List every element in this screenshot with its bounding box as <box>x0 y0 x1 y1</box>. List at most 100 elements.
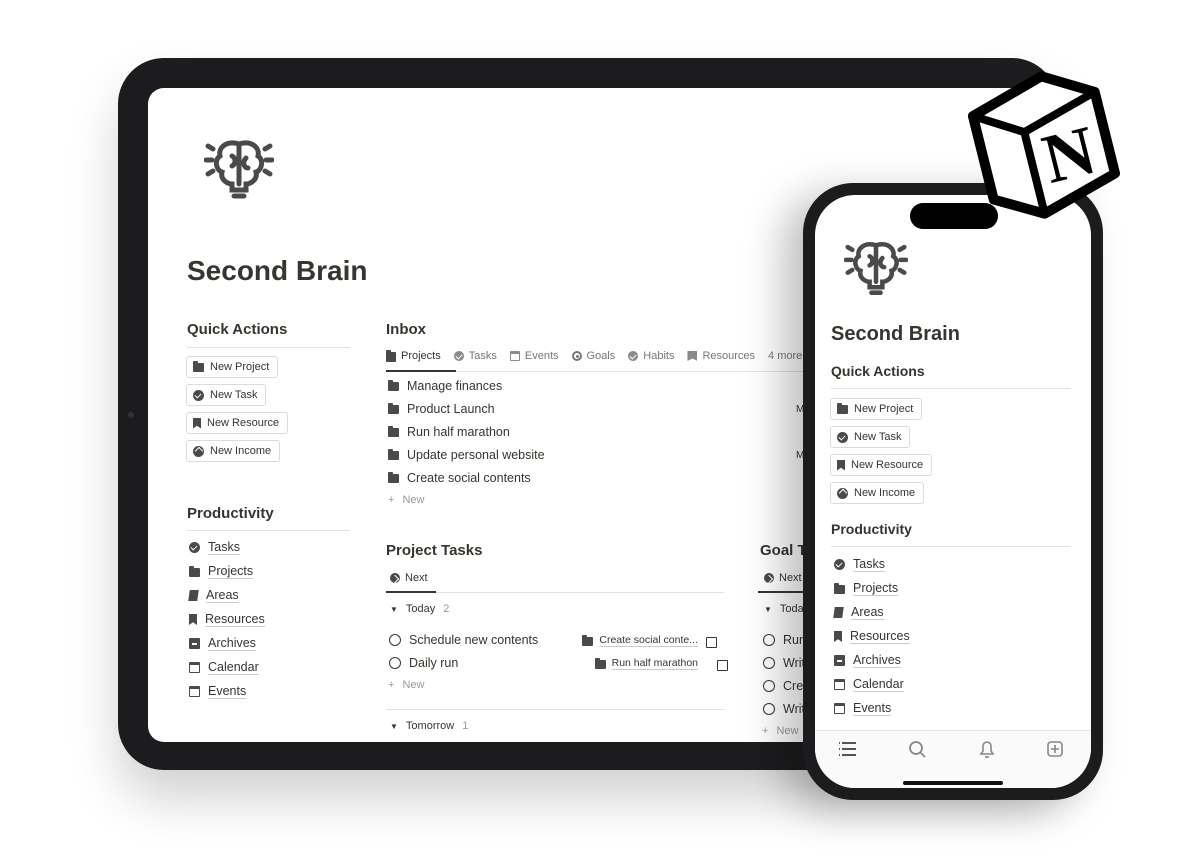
target-icon <box>571 351 582 361</box>
group-tomorrow-toggle[interactable]: ▼ Tomorrow 1 <box>390 720 468 732</box>
list-icon[interactable] <box>839 742 856 756</box>
tasks-new-button[interactable]: + New <box>388 679 424 691</box>
inbox-row[interactable]: Manage finances <box>388 379 502 393</box>
view-next-tab[interactable]: Next <box>390 572 428 584</box>
button-label: New Task <box>854 431 902 443</box>
sidebar-item-archives[interactable]: Archives <box>189 636 256 651</box>
folder-icon <box>189 565 200 577</box>
folder-icon <box>594 657 606 669</box>
goal-new-button[interactable]: + New <box>762 725 798 737</box>
areas-icon <box>833 607 844 618</box>
tab-label: Resources <box>702 350 756 362</box>
check-circle-icon <box>837 431 848 443</box>
sidebar-item-tasks[interactable]: Tasks <box>189 540 240 555</box>
search-icon[interactable] <box>909 741 926 758</box>
inbox-new-button[interactable]: + New <box>388 494 424 506</box>
folder-icon <box>837 403 848 414</box>
tab-events[interactable]: Events <box>509 350 559 362</box>
phone-new-income-button[interactable]: New Income <box>830 482 925 504</box>
project-tasks-heading: Project Tasks <box>386 542 483 559</box>
triangle-down-icon: ▼ <box>390 604 398 614</box>
row-title: Manage finances <box>407 379 503 393</box>
triangle-down-icon: ▼ <box>764 604 772 614</box>
areas-icon <box>188 590 199 601</box>
item-label: Events <box>208 684 247 699</box>
phone-quick-actions-heading: Quick Actions <box>831 363 925 379</box>
tab-goals[interactable]: Goals <box>571 350 615 362</box>
new-project-button[interactable]: New Project <box>186 356 279 378</box>
button-label: New Project <box>854 403 914 415</box>
tab-label: Tasks <box>468 350 497 362</box>
checkbox[interactable] <box>706 637 717 648</box>
new-resource-button[interactable]: New Resource <box>186 412 289 434</box>
group-today-toggle[interactable]: ▼ Today 2 <box>390 603 449 615</box>
new-task-button[interactable]: New Task <box>186 384 267 406</box>
sidebar-item-calendar[interactable]: Calendar <box>834 677 904 692</box>
sidebar-item-events[interactable]: Events <box>189 684 247 699</box>
group-count: 2 <box>443 603 450 615</box>
plus-square-icon[interactable] <box>1047 741 1063 757</box>
sidebar-item-areas[interactable]: Areas <box>188 588 239 603</box>
inbox-row[interactable]: Create social contents <box>388 471 531 485</box>
new-label: New <box>402 679 425 691</box>
sidebar-item-archives[interactable]: Archives <box>834 653 901 668</box>
inbox-row[interactable]: Run half marathon <box>388 425 510 439</box>
calendar-icon <box>834 679 845 690</box>
inbox-row[interactable]: Product Launch <box>388 402 495 416</box>
task-row[interactable]: Schedule new contents <box>389 633 538 647</box>
tab-projects[interactable]: Projects <box>386 349 441 362</box>
project-name: Run half marathon <box>611 657 698 670</box>
phone-tab-bar <box>815 730 1091 788</box>
new-income-button[interactable]: New Income <box>186 440 281 462</box>
sidebar-item-projects[interactable]: Projects <box>834 581 899 596</box>
calendar-grid-icon <box>834 703 845 714</box>
sidebar-item-calendar[interactable]: Calendar <box>189 660 259 675</box>
checkbox[interactable] <box>717 660 728 671</box>
goal-group-today-toggle[interactable]: ▼ Toda <box>764 603 804 615</box>
arrow-up-circle-icon <box>193 445 204 457</box>
sidebar-item-tasks[interactable]: Tasks <box>834 557 885 572</box>
task-project-link[interactable]: Run half marathon <box>594 657 698 670</box>
sidebar-item-projects[interactable]: Projects <box>189 564 254 579</box>
phone-new-task-button[interactable]: New Task <box>830 426 911 448</box>
item-label: Resources <box>205 612 265 627</box>
tab-more[interactable]: 4 more <box>768 350 802 362</box>
tab-resources[interactable]: Resources <box>687 350 755 362</box>
circle-icon[interactable] <box>763 634 775 646</box>
circle-icon[interactable] <box>389 657 401 669</box>
circle-icon[interactable] <box>763 657 775 669</box>
sidebar-item-events[interactable]: Events <box>834 701 892 716</box>
goal-task-row[interactable]: Writ <box>763 656 805 670</box>
sidebar-item-resources[interactable]: Resources <box>189 612 265 627</box>
circle-icon[interactable] <box>763 680 775 692</box>
row-title: Run half marathon <box>407 425 510 439</box>
tab-tasks[interactable]: Tasks <box>453 350 497 362</box>
phone-new-project-button[interactable]: New Project <box>830 398 923 420</box>
divider <box>831 546 1071 547</box>
inbox-row[interactable]: Update personal website <box>388 448 545 462</box>
circle-icon[interactable] <box>763 703 775 715</box>
phone-productivity-heading: Productivity <box>831 521 912 537</box>
sidebar-item-areas[interactable]: Areas <box>833 605 884 620</box>
tab-habits[interactable]: Habits <box>628 350 674 362</box>
check-circle-icon <box>453 351 464 361</box>
check-circle-icon <box>189 542 200 553</box>
arrow-up-circle-icon <box>837 487 848 499</box>
sidebar-item-resources[interactable]: Resources <box>834 629 910 644</box>
item-label: Resources <box>850 629 910 644</box>
folder-icon <box>388 449 399 460</box>
row-title: Update personal website <box>407 448 545 462</box>
row-title: Create social contents <box>407 471 531 485</box>
bell-icon[interactable] <box>979 741 995 758</box>
phone-new-resource-button[interactable]: New Resource <box>830 454 933 476</box>
task-project-link[interactable]: Create social conte... <box>582 634 698 647</box>
goal-task-row[interactable]: Writ <box>763 702 805 716</box>
circle-icon[interactable] <box>389 634 401 646</box>
goal-view-next-tab[interactable]: Next <box>764 572 802 584</box>
goal-task-row[interactable]: Run <box>763 633 806 647</box>
button-label: New Resource <box>851 459 924 471</box>
bookmark-icon <box>193 417 201 429</box>
tab-label: Projects <box>401 350 441 362</box>
calendar-icon <box>189 662 200 673</box>
task-row[interactable]: Daily run <box>389 656 458 670</box>
